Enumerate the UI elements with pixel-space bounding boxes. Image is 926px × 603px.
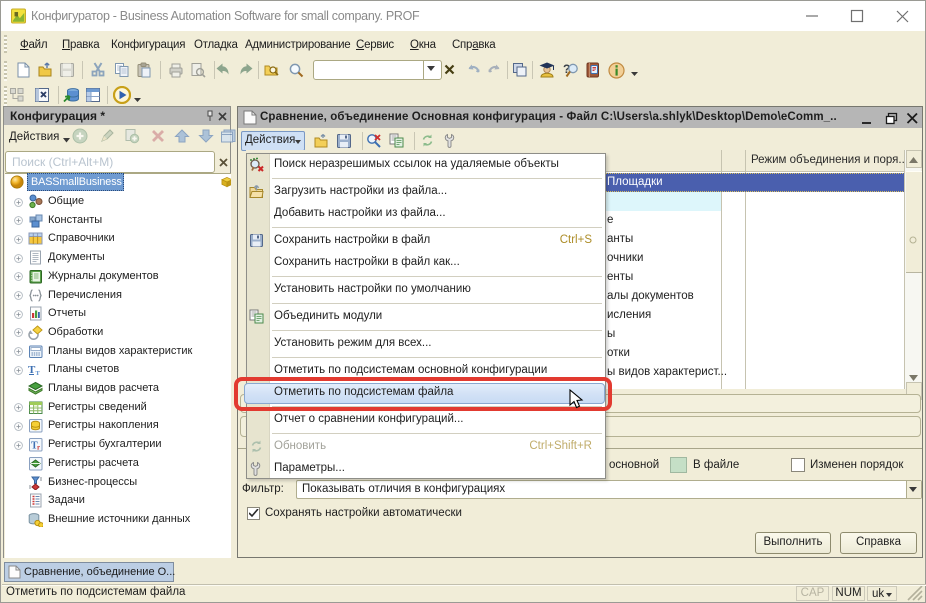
svg-text:r: r (37, 444, 40, 452)
svg-text:т: т (36, 367, 41, 377)
